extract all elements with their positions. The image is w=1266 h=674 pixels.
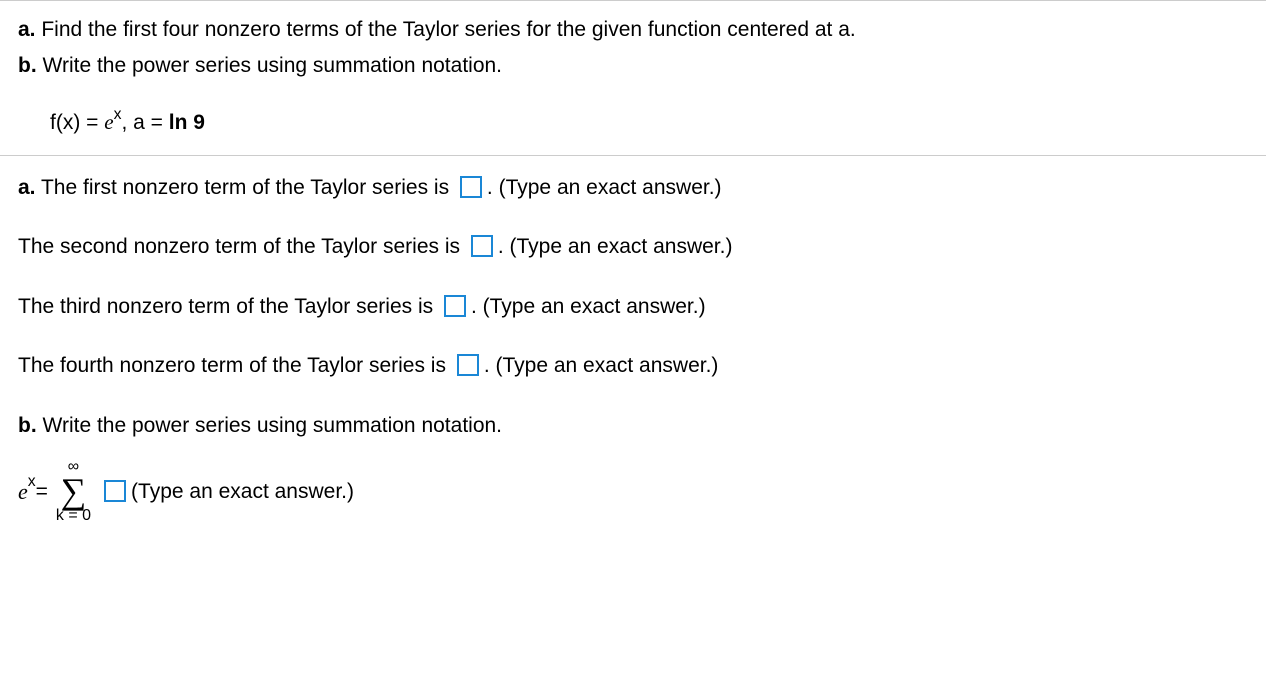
prompt-4-pre: The fourth nonzero term of the Taylor se… (18, 350, 452, 382)
part-b-label: b. (18, 54, 37, 77)
prompt-2-pre: The second nonzero term of the Taylor se… (18, 231, 466, 263)
part-b-text: Write the power series using summation n… (43, 54, 503, 77)
answer-part-b-heading: b. Write the power series using summatio… (18, 410, 1248, 442)
sigma-symbol: ∑ (61, 475, 87, 507)
prompt-2-post: . (Type an exact answer.) (498, 231, 733, 263)
answer-part-a-label: a. (18, 172, 36, 204)
answer-part-b-label: b. (18, 410, 37, 442)
input-term-2[interactable] (471, 235, 493, 257)
prompt-1-post: . (Type an exact answer.) (487, 172, 722, 204)
part-a-text: Find the first four nonzero terms of the… (41, 18, 855, 41)
prompt-3-post: . (Type an exact answer.) (471, 291, 706, 323)
answer-line-4: The fourth nonzero term of the Taylor se… (18, 350, 1248, 382)
input-term-4[interactable] (457, 354, 479, 376)
sum-post: (Type an exact answer.) (131, 480, 354, 504)
equation: f(x) = ex, a = ln 9 (18, 110, 1248, 135)
answer-part-b-text: Write the power series using summation n… (43, 410, 503, 442)
eq-sup: x (114, 106, 122, 123)
input-summation[interactable] (104, 480, 126, 502)
part-a-label: a. (18, 18, 36, 41)
eq-value: ln 9 (169, 111, 205, 134)
sum-equals: = (36, 480, 48, 504)
answer-line-2: The second nonzero term of the Taylor se… (18, 231, 1248, 263)
eq-comma: , a = (121, 111, 168, 134)
prompt-3-pre: The third nonzero term of the Taylor ser… (18, 291, 439, 323)
sigma-bottom: k = 0 (56, 508, 91, 524)
sum-sup: x (28, 473, 36, 491)
prompt-1-pre: The first nonzero term of the Taylor ser… (36, 172, 455, 204)
question-block: a. Find the first four nonzero terms of … (0, 0, 1266, 156)
question-part-b: b. Write the power series using summatio… (18, 51, 1248, 81)
sigma-block: ∞ ∑ k = 0 (56, 459, 91, 523)
summation-left: ex = ∞ ∑ k = 0 (Type an exact answer.) (18, 459, 354, 523)
answer-line-1: a. The first nonzero term of the Taylor … (18, 172, 1248, 204)
input-term-3[interactable] (444, 295, 466, 317)
eq-fx: f(x) = (50, 111, 104, 134)
eq-e: e (104, 110, 113, 134)
sum-e: e (18, 479, 28, 505)
input-term-1[interactable] (460, 176, 482, 198)
answer-block: a. The first nonzero term of the Taylor … (0, 156, 1266, 540)
question-part-a: a. Find the first four nonzero terms of … (18, 15, 1248, 45)
prompt-4-post: . (Type an exact answer.) (484, 350, 719, 382)
answer-line-3: The third nonzero term of the Taylor ser… (18, 291, 1248, 323)
summation-line: ex = ∞ ∑ k = 0 (Type an exact answer.) (18, 459, 1248, 523)
